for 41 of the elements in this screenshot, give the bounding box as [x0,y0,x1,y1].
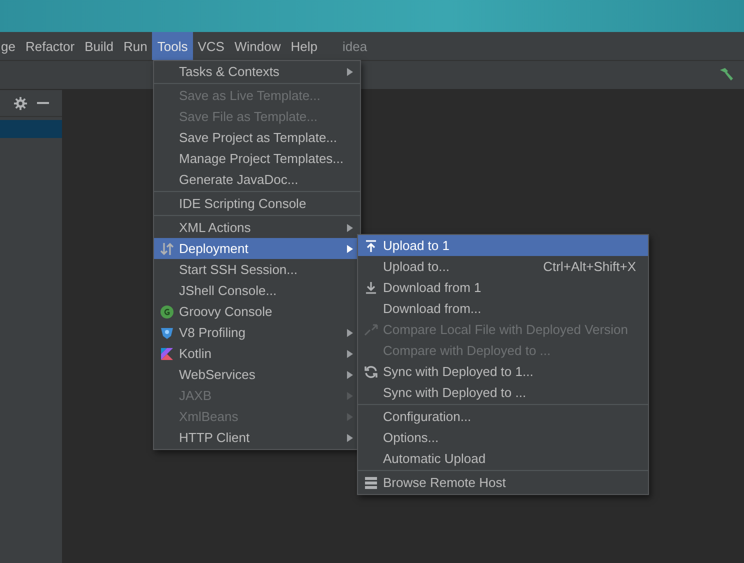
menu-bar-item[interactable]: Tools [152,32,193,60]
menu-item[interactable]: Download from... [358,298,648,319]
menu-item[interactable]: Upload to... Ctrl+Alt+Shift+X [358,256,648,277]
sync-icon [364,364,378,378]
menu-item[interactable]: Generate JavaDoc... [154,169,360,190]
menu-bar-item[interactable]: Build [80,32,119,60]
menu-item[interactable]: Configuration... [358,406,648,427]
arrows-icon [160,242,174,256]
menu-bar-item[interactable]: Refactor [20,32,80,60]
menu-item[interactable]: IDE Scripting Console [154,193,360,214]
settings-icon[interactable] [14,96,27,110]
menu-bar-item[interactable]: ge [0,32,20,60]
menu-bar-item[interactable]: Window [229,32,286,60]
menu-item[interactable]: Manage Project Templates... [154,148,360,169]
menu-item[interactable]: Tasks & Contexts [154,61,360,82]
menu-item[interactable]: Save Project as Template... [154,127,360,148]
menu-item[interactable]: Upload to 1 [358,235,648,256]
menu-bar-item[interactable]: Run [118,32,152,60]
selected-row [0,120,62,138]
menu-item[interactable]: Sync with Deployed to ... [358,382,648,403]
menu-item[interactable]: Start SSH Session... [154,259,360,280]
menu-item[interactable]: Download from 1 [358,277,648,298]
menu-bar-item[interactable]: VCS [192,32,230,60]
download-icon [364,280,378,294]
menu-item[interactable]: JShell Console... [154,280,360,301]
menu-item[interactable]: Browse Remote Host [358,472,648,493]
shield-icon [160,326,174,340]
submenu-arrow-icon [347,68,353,76]
menu-bar-item[interactable]: Help [286,32,322,60]
menu-item[interactable]: Options... [358,427,648,448]
menu-item[interactable]: Deployment [154,238,360,259]
menu-item[interactable]: Groovy Console [154,301,360,322]
menu-item[interactable]: Automatic Upload [358,448,648,469]
menu-item[interactable]: Sync with Deployed to 1... [358,361,648,382]
compare-arrows-icon [364,322,378,336]
upload-icon [364,238,378,252]
project-title: idea [342,38,368,54]
groovy-icon [160,304,174,318]
hammer-icon[interactable] [718,67,734,83]
kotlin-icon [160,346,174,360]
server-list-icon [364,476,378,490]
